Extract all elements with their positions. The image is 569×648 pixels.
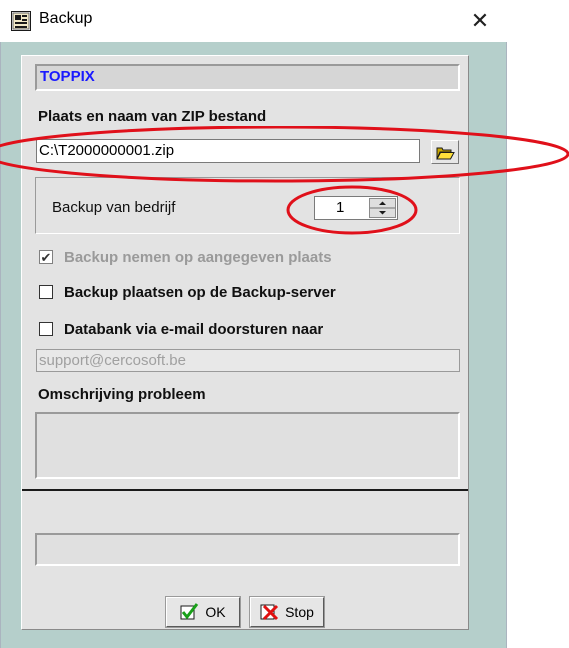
annotation-ellipse-zip [0,126,569,183]
company-name: TOPPIX [40,68,95,85]
ok-check-icon [180,603,199,620]
window-title: Backup [39,10,93,27]
bedrijf-label: Backup van bedrijf [52,199,176,216]
email-address-input[interactable]: support@cercosoft.be [36,349,460,372]
omschrijving-label: Omschrijving probleem [38,386,206,403]
server-backup-checkbox[interactable] [39,285,53,299]
close-icon[interactable]: ✕ [465,6,495,36]
stop-button[interactable]: Stop [249,596,325,628]
local-backup-checkbox[interactable]: ✔ [39,250,53,265]
status-field [35,533,460,566]
checkmark-icon: ✔ [40,250,52,265]
company-bar [35,64,460,91]
stop-label: Stop [285,604,314,620]
omschrijving-textarea[interactable] [35,412,460,479]
local-backup-label: Backup nemen op aangegeven plaats [64,249,332,266]
server-backup-label: Backup plaatsen op de Backup-server [64,284,336,301]
email-label: Databank via e-mail doorsturen naar [64,321,324,338]
annotation-ellipse-bedrijf [286,185,418,235]
ok-label: OK [205,604,226,620]
app-icon [11,11,31,31]
ok-button[interactable]: OK [165,596,241,628]
email-checkbox[interactable] [39,322,53,336]
zip-label: Plaats en naam van ZIP bestand [38,108,267,125]
stop-x-icon [260,604,279,621]
separator-line [22,489,468,491]
